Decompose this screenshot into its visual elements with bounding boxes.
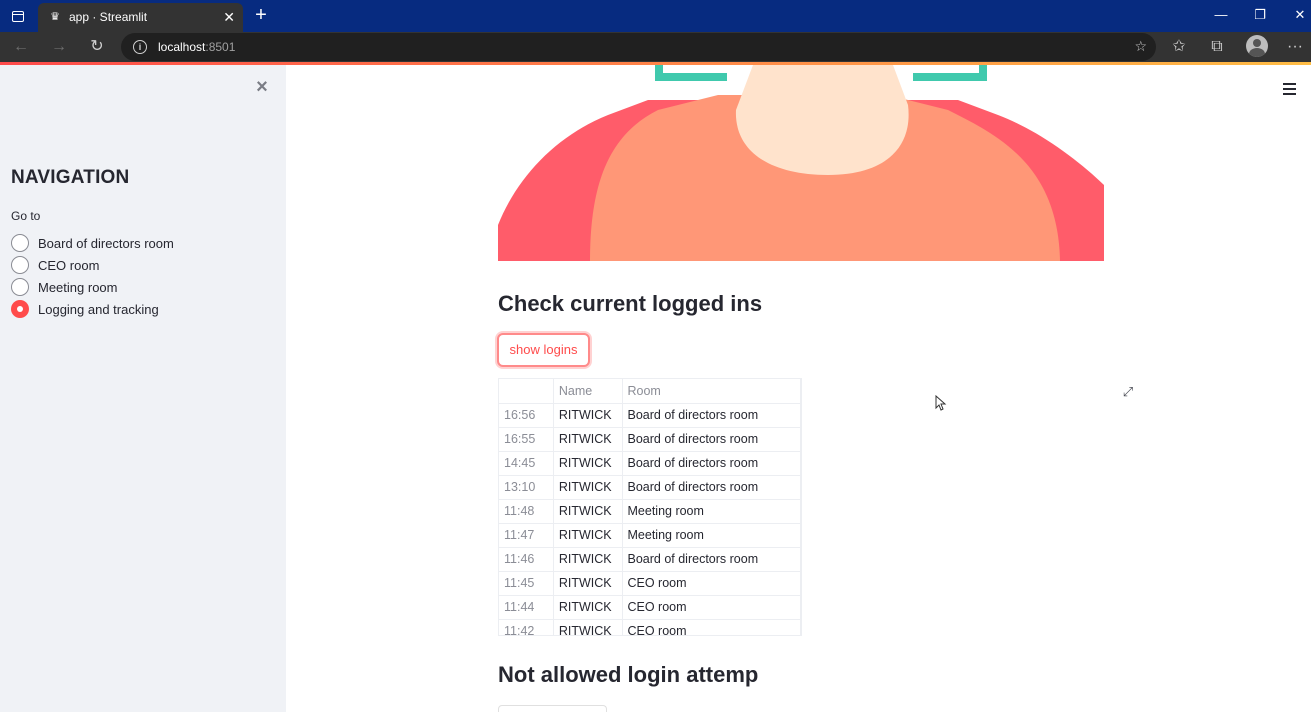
- row-time: 13:10: [499, 475, 554, 500]
- column-header-index[interactable]: [499, 379, 554, 404]
- sidebar: × NAVIGATION Go to Board of directors ro…: [0, 65, 286, 712]
- row-room: Meeting room: [622, 499, 801, 524]
- forward-icon[interactable]: →: [46, 35, 72, 59]
- radio-option-label: Meeting room: [38, 279, 118, 295]
- row-room: CEO room: [622, 595, 801, 620]
- window-close-icon[interactable]: ✕: [1286, 4, 1311, 26]
- table-row: 16:56 RITWICK Board of directors room: [499, 403, 801, 428]
- minimize-icon[interactable]: —: [1207, 4, 1235, 26]
- radio-option-label: CEO room: [38, 257, 100, 273]
- table-row: 16:55 RITWICK Board of directors room: [499, 427, 801, 452]
- show-logins-button[interactable]: show logins: [497, 333, 590, 367]
- row-name: RITWICK: [553, 475, 623, 500]
- new-tab-icon[interactable]: +: [250, 4, 272, 26]
- url-text: localhost:8501: [158, 40, 236, 54]
- back-icon[interactable]: ←: [8, 35, 34, 59]
- streamlit-crown-icon: ♛: [50, 11, 60, 23]
- sidebar-close-icon[interactable]: ×: [252, 77, 272, 97]
- browser-tab[interactable]: ♛ app · Streamlit ✕: [38, 3, 243, 32]
- radio-circle-icon[interactable]: [11, 234, 29, 252]
- radio-group-label: Go to: [11, 209, 41, 223]
- row-name: RITWICK: [553, 547, 623, 572]
- row-room: Meeting room: [622, 523, 801, 548]
- table-row: 11:42 RITWICK CEO room: [499, 619, 801, 635]
- row-time: 11:48: [499, 499, 554, 524]
- hamburger-menu-icon[interactable]: [1283, 83, 1297, 95]
- row-room: CEO room: [622, 571, 801, 596]
- radio-option-logging-tracking[interactable]: Logging and tracking: [11, 298, 174, 320]
- row-room: CEO room: [622, 619, 801, 635]
- favorites-icon[interactable]: ✩: [1166, 35, 1192, 59]
- row-name: RITWICK: [553, 427, 623, 452]
- add-favorite-icon[interactable]: ☆: [1134, 38, 1147, 55]
- sidebar-title: NAVIGATION: [11, 167, 130, 188]
- row-time: 11:47: [499, 523, 554, 548]
- tab-title: app · Streamlit: [69, 10, 148, 24]
- row-name: RITWICK: [553, 595, 623, 620]
- table-header-row: Name Room: [499, 379, 801, 404]
- row-room: Board of directors room: [622, 427, 801, 452]
- table-row: 13:10 RITWICK Board of directors room: [499, 475, 801, 500]
- radio-circle-icon[interactable]: [11, 256, 29, 274]
- next-element-partial: [498, 705, 607, 712]
- mouse-cursor-icon: [935, 395, 947, 411]
- table-row: 11:47 RITWICK Meeting room: [499, 523, 801, 548]
- row-time: 11:42: [499, 619, 554, 635]
- browser-titlebar: ♛ app · Streamlit ✕ + — ❐ ✕: [0, 0, 1311, 32]
- radio-option-ceo-room[interactable]: CEO room: [11, 254, 174, 276]
- table-row: 11:46 RITWICK Board of directors room: [499, 547, 801, 572]
- section-heading-logged-ins: Check current logged ins: [498, 291, 763, 316]
- row-name: RITWICK: [553, 403, 623, 428]
- more-icon[interactable]: ···: [1282, 35, 1308, 59]
- radio-option-meeting-room[interactable]: Meeting room: [11, 276, 174, 298]
- column-header-name[interactable]: Name: [553, 379, 623, 404]
- section-heading-not-allowed: Not allowed login attemp: [498, 662, 759, 687]
- row-time: 11:44: [499, 595, 554, 620]
- row-room: Board of directors room: [622, 475, 801, 500]
- person-illustration: [498, 65, 1104, 261]
- tab-close-icon[interactable]: ✕: [223, 8, 235, 26]
- row-name: RITWICK: [553, 523, 623, 548]
- tab-actions-icon[interactable]: [6, 5, 30, 27]
- row-room: Board of directors room: [622, 403, 801, 428]
- row-name: RITWICK: [553, 619, 623, 635]
- navigation-radio-group: Board of directors room CEO room Meeting…: [11, 232, 174, 320]
- fullscreen-icon[interactable]: ⤢: [1120, 384, 1136, 400]
- logins-table: Name Room 16:56 RITWICK Board of directors…: [499, 379, 801, 635]
- main-content: Check current logged ins show logins Nam…: [286, 65, 1311, 712]
- row-time: 11:45: [499, 571, 554, 596]
- row-time: 14:45: [499, 451, 554, 476]
- refresh-icon[interactable]: ↻: [84, 35, 110, 59]
- table-row: 11:48 RITWICK Meeting room: [499, 499, 801, 524]
- radio-circle-icon[interactable]: [11, 278, 29, 296]
- radio-option-label: Board of directors room: [38, 235, 174, 251]
- logins-dataframe[interactable]: Name Room 16:56 RITWICK Board of directors…: [498, 378, 802, 636]
- row-room: Board of directors room: [622, 451, 801, 476]
- radio-selected-icon[interactable]: [11, 300, 29, 318]
- row-time: 11:46: [499, 547, 554, 572]
- info-icon[interactable]: i: [133, 40, 147, 54]
- table-row: 14:45 RITWICK Board of directors room: [499, 451, 801, 476]
- profile-icon[interactable]: [1246, 35, 1268, 57]
- browser-toolbar: ← → ↻ i localhost:8501 ☆ ✩ ⧉ ···: [0, 32, 1311, 62]
- row-name: RITWICK: [553, 499, 623, 524]
- table-row: 11:45 RITWICK CEO room: [499, 571, 801, 596]
- radio-option-label: Logging and tracking: [38, 301, 159, 317]
- radio-option-board-room[interactable]: Board of directors room: [11, 232, 174, 254]
- column-header-room[interactable]: Room: [622, 379, 801, 404]
- table-row: 11:44 RITWICK CEO room: [499, 595, 801, 620]
- collections-icon[interactable]: ⧉: [1204, 35, 1230, 59]
- row-time: 16:55: [499, 427, 554, 452]
- row-name: RITWICK: [553, 451, 623, 476]
- row-room: Board of directors room: [622, 547, 801, 572]
- restore-icon[interactable]: ❐: [1246, 4, 1274, 26]
- row-time: 16:56: [499, 403, 554, 428]
- row-name: RITWICK: [553, 571, 623, 596]
- address-bar[interactable]: i localhost:8501 ☆: [121, 33, 1156, 61]
